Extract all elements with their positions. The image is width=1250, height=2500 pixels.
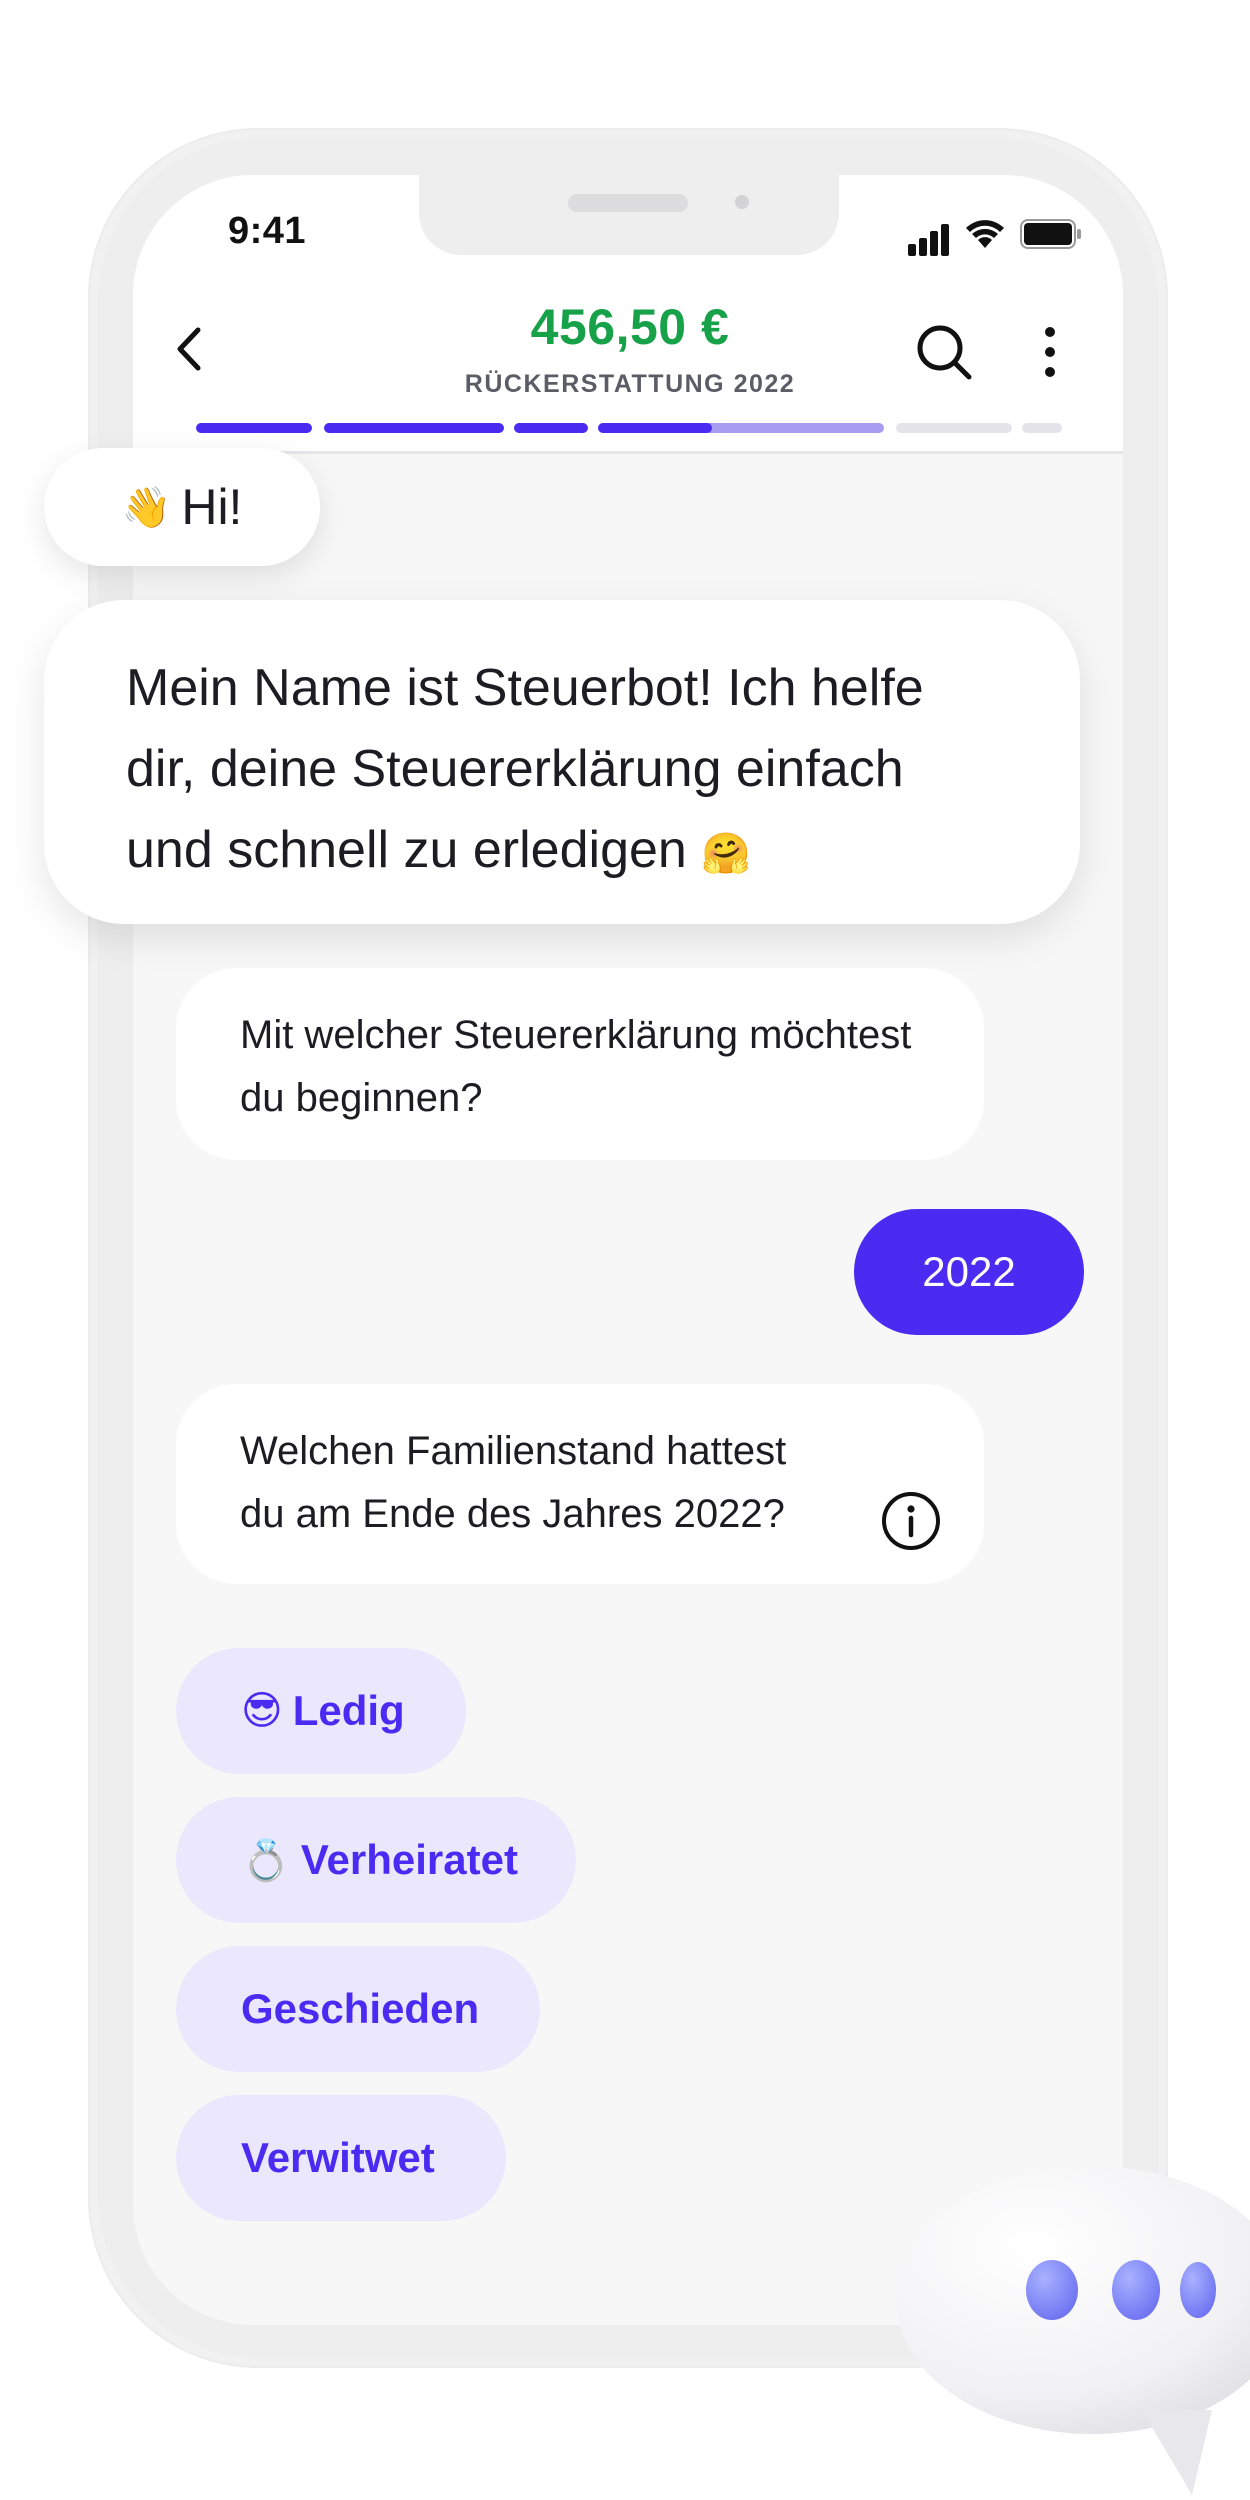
user-answer-bubble: 2022 <box>854 1209 1084 1335</box>
refund-amount: 456,50 € <box>530 299 730 355</box>
signal-icon <box>908 216 952 256</box>
ring-icon: 💍 <box>241 1837 291 1884</box>
typing-bubble-icon <box>896 2166 1250 2495</box>
progress-segment <box>324 423 504 433</box>
more-vertical-icon[interactable] <box>1030 322 1070 382</box>
option-geschieden-button[interactable]: Geschieden <box>176 1946 540 2072</box>
phone-speaker <box>568 194 688 212</box>
info-icon[interactable] <box>880 1490 942 1552</box>
sunglasses-face-icon: 😎 <box>241 1688 283 1734</box>
chevron-left-icon[interactable] <box>168 324 212 374</box>
phone-notch <box>419 175 839 255</box>
bot-question-bubble-2: Welchen Familienstand hattest du am Ende… <box>176 1384 984 1584</box>
progress-segment-fill <box>598 423 712 433</box>
option-label: Verheiratet <box>300 1836 518 1883</box>
progress-segment <box>514 423 588 433</box>
wifi-icon <box>966 220 1004 248</box>
app-stage: 9:41 456,50 € RÜCKERSTATTUNG 2022 👋 Hi! … <box>0 0 1250 2500</box>
intro-bubble: Mein Name ist Steuerbot! Ich helfe dir, … <box>44 600 1080 924</box>
status-icons <box>908 216 1088 256</box>
greeting-bubble: 👋 Hi! <box>44 448 320 566</box>
battery-icon <box>1020 219 1081 249</box>
phone-camera <box>735 195 749 209</box>
answer-text: 2022 <box>922 1248 1016 1295</box>
question-text: Mit welcher Steuererklärung möchtest du … <box>240 1013 912 1120</box>
hugging-face-icon: 🤗 <box>701 831 752 877</box>
option-verheiratet-button[interactable]: 💍 Verheiratet <box>176 1797 576 1923</box>
progress-segment <box>1022 423 1062 433</box>
question-text-2: Welchen Familienstand hattest du am Ende… <box>240 1429 787 1536</box>
status-time: 9:41 <box>228 210 307 252</box>
progress-segment <box>196 423 312 433</box>
bot-question-bubble: Mit welcher Steuererklärung möchtest du … <box>176 968 984 1160</box>
option-label: Geschieden <box>241 1985 480 2032</box>
greeting-text: Hi! <box>181 479 243 535</box>
progress-segment <box>896 423 1012 433</box>
option-verwitwet-button[interactable]: Verwitwet <box>176 2095 506 2221</box>
option-label: Verwitwet <box>241 2134 435 2181</box>
option-ledig-button[interactable]: 😎 Ledig <box>176 1648 466 1774</box>
intro-text: Mein Name ist Steuerbot! Ich helfe dir, … <box>126 659 924 879</box>
refund-subtitle: RÜCKERSTATTUNG 2022 <box>464 370 796 398</box>
option-label: Ledig <box>292 1687 405 1734</box>
waving-hand-icon: 👋 <box>121 484 172 531</box>
search-icon[interactable] <box>914 322 974 382</box>
